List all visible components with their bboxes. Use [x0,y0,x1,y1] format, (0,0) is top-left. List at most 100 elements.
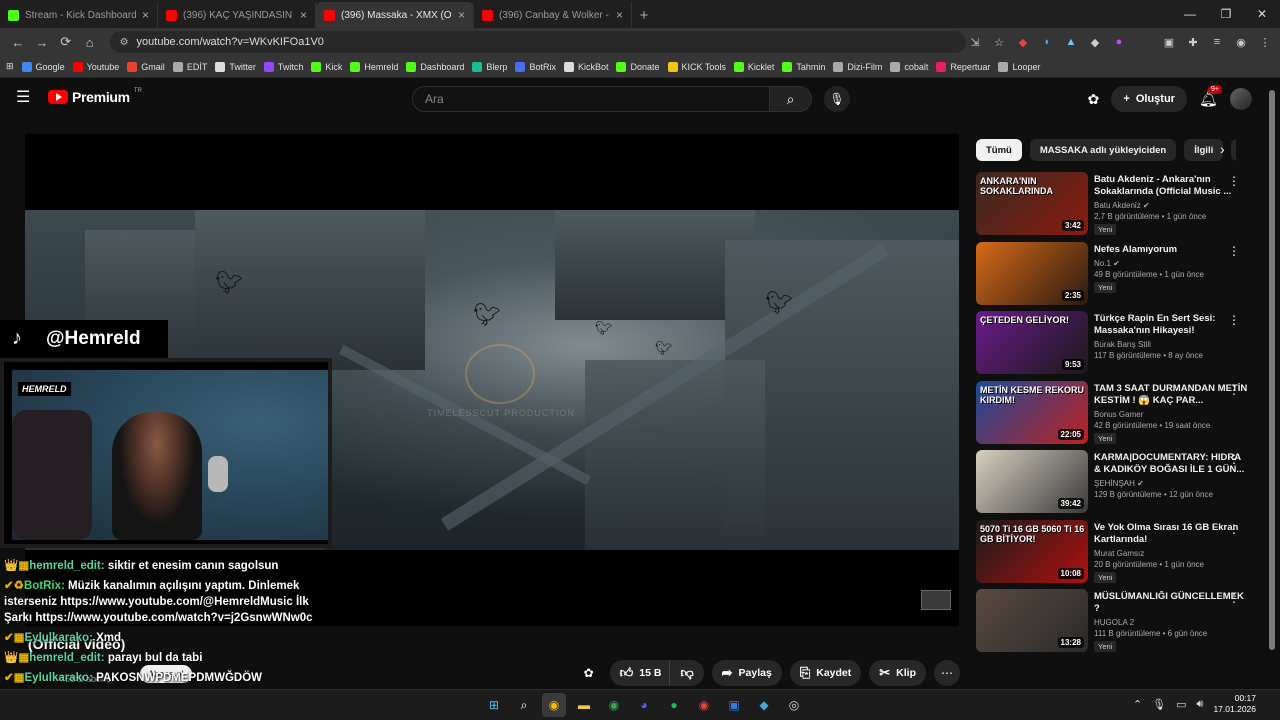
more-options-icon[interactable]: ⋮ [1228,313,1240,327]
site-info-icon[interactable]: ⚙ [120,37,129,48]
channel-name[interactable]: No.1 ✔ [1094,259,1248,268]
chevron-up-icon[interactable]: ⌃ [1133,698,1142,711]
related-video-item[interactable]: 5070 Ti 16 GB 5060 Ti 16 GB BİTİYOR! 10:0… [976,519,1248,590]
video-thumbnail[interactable]: METİN KESME REKORU KIRDIM! 22:05 [976,380,1088,444]
page-scrollbar[interactable] [1268,80,1276,688]
extension-gear-icon[interactable]: ✿ [1088,91,1100,108]
apps-icon[interactable]: ⊞ [6,61,14,72]
channel-name[interactable]: Batu Akdeniz ✔ [1094,201,1248,210]
bookmark-item[interactable]: Twitch [263,61,303,72]
start-icon[interactable]: ⊞ [482,693,506,717]
more-options-icon[interactable]: ⋮ [1228,383,1240,397]
extension-icon[interactable]: ● [1110,33,1128,51]
extensions-icon[interactable]: ✚ [1184,33,1202,51]
new-tab-button[interactable]: + [632,2,656,28]
video-thumbnail[interactable]: ÇETEDEN GELİYOR! 9:53 [976,311,1088,374]
maximize-button[interactable]: ❐ [1208,0,1244,28]
bookmark-item[interactable]: Dizi-Film [833,61,882,72]
bookmark-item[interactable]: Hemreld [350,61,398,72]
video-thumbnail[interactable]: 13:28 [976,589,1088,652]
video-title[interactable]: Batu Akdeniz - Ankara'nın Sokaklarında (… [1094,174,1248,198]
bookmark-item[interactable]: Dashboard [406,61,464,72]
bookmark-item[interactable]: Kicklet [733,61,774,72]
video-thumbnail[interactable]: 39:42 [976,450,1088,513]
app-icon[interactable]: ▣ [722,693,746,717]
spotify-icon[interactable]: ● [662,693,686,717]
tab-close-icon[interactable]: × [616,8,623,22]
bookmark-star-icon[interactable]: ☆ [990,33,1008,51]
filter-chip[interactable]: İlgili [1184,139,1224,161]
bookmark-item[interactable]: BotRix [515,61,556,72]
install-icon[interactable]: ⇲ [966,33,984,51]
scrollbar-thumb[interactable] [1269,90,1275,650]
close-window-button[interactable]: ✕ [1244,0,1280,28]
browser-tab[interactable]: (396) KAÇ YAŞINDASIN SEN? ... × [158,2,316,28]
search-icon[interactable]: ⌕ [512,693,536,717]
filter-chip[interactable]: S [1231,139,1236,161]
channel-name[interactable]: Murat Gamsız [1094,549,1248,558]
related-video-item[interactable]: METİN KESME REKORU KIRDIM! 22:05 TAM 3 SAA… [976,380,1248,451]
tab-close-icon[interactable]: × [458,8,465,22]
more-options-icon[interactable]: ⋮ [1228,174,1240,188]
bookmark-item[interactable]: KICK Tools [667,61,726,72]
more-options-icon[interactable]: ⋮ [1228,591,1240,605]
video-thumbnail[interactable]: 5070 Ti 16 GB 5060 Ti 16 GB BİTİYOR! 10:0… [976,519,1088,583]
browser-tab[interactable]: (396) Massaka - XMX (Official v... × [316,2,474,28]
video-title[interactable]: Ve Yok Olma Sırası 16 GB Ekran Kartların… [1094,522,1248,546]
share-button[interactable]: ➦ Paylaş [711,660,782,686]
bookmark-item[interactable]: Youtube [72,61,119,72]
more-options-icon[interactable]: ⋮ [1228,244,1240,258]
video-title[interactable]: Nefes Alamıyorum [1094,244,1248,256]
channel-name[interactable]: ŞEHİNŞAH ✔ [1094,479,1248,488]
voice-search-button[interactable]: 🎙 [824,86,850,112]
more-options-icon[interactable]: ⋮ [1228,522,1240,536]
filter-chip[interactable]: MASSAKA adlı yükleyiciden [1029,139,1177,161]
browser-tab[interactable]: Stream - Kick Dashboard × [0,2,158,28]
dislike-button[interactable]: 👎︎ [669,660,704,686]
bookmark-item[interactable]: Looper [998,61,1040,72]
discord-icon[interactable]: ◕ [632,693,656,717]
more-actions-button[interactable]: ⋯ [934,660,960,686]
bookmark-item[interactable]: KickBot [563,61,608,72]
profile-icon[interactable]: ◉ [1232,33,1250,51]
extension-gear-button[interactable]: ✿ [576,660,602,686]
video-title[interactable]: KARMA|DOCUMENTARY: HIDRA & KADIKÖY BOĞAS… [1094,452,1248,476]
mic-icon[interactable]: 🎙︎ [1152,698,1166,711]
search-button[interactable]: ⌕ [770,86,812,112]
chrome-profile-icon[interactable]: ◉ [602,693,626,717]
channel-name[interactable]: Bonus Gamer [1094,410,1248,419]
bookmark-item[interactable]: cobalt [890,61,928,72]
video-title[interactable]: MÜSLÜMANLIĞI GÜNCELLEMEK ? [1094,591,1248,615]
bookmark-item[interactable]: Tahmin [782,61,825,72]
bookmark-item[interactable]: Kick [311,61,342,72]
video-thumbnail[interactable]: ANKARA'NIN SOKAKLARINDA 3:42 [976,172,1088,235]
extension-icon[interactable]: ◆ [1014,33,1032,51]
related-video-item[interactable]: 2:35 Nefes Alamıyorum No.1 ✔ 49 B görüntüle… [976,241,1248,312]
video-title[interactable]: TAM 3 SAAT DURMANDAN METİN KESTİM ! 😱 KA… [1094,383,1248,407]
address-bar[interactable]: ⚙ youtube.com/watch?v=WKvKIFOa1V0 [109,31,966,53]
filter-chip[interactable]: Tümü [976,139,1022,161]
bookmark-item[interactable]: Donate [616,61,660,72]
bookmark-item[interactable]: EDİT [172,61,207,72]
chrome-icon[interactable]: ◉ [692,693,716,717]
file-explorer-icon[interactable]: ▬ [572,693,596,717]
extension-icon[interactable]: ▲ [1062,33,1080,51]
bookmark-item[interactable]: Gmail [127,61,165,72]
reading-list-icon[interactable]: ≡ [1208,33,1226,51]
network-icon[interactable]: ▭ [1176,698,1186,711]
minimize-button[interactable]: — [1172,0,1208,28]
home-button[interactable]: ⌂ [78,30,102,54]
extension-icon[interactable]: ◆ [1086,33,1104,51]
create-button[interactable]: + Oluştur [1111,86,1187,112]
app-icon[interactable]: ◆ [752,693,776,717]
obs-icon[interactable]: ◎ [782,693,806,717]
related-video-item[interactable]: ANKARA'NIN SOKAKLARINDA 3:42 Batu Akdeniz … [976,172,1248,242]
notifications-button[interactable]: 🔔︎ 9+ [1199,85,1222,108]
clip-button[interactable]: ✂ Klip [869,660,926,686]
channel-name[interactable]: HUGOLA 2 [1094,618,1248,627]
bookmark-item[interactable]: Repertuar [936,61,990,72]
related-video-item[interactable]: 39:42 KARMA|DOCUMENTARY: HIDRA & KADIKÖY … [976,450,1248,520]
tab-close-icon[interactable]: × [300,8,307,22]
back-button[interactable]: ← [6,30,30,54]
channel-watermark[interactable] [921,590,951,610]
